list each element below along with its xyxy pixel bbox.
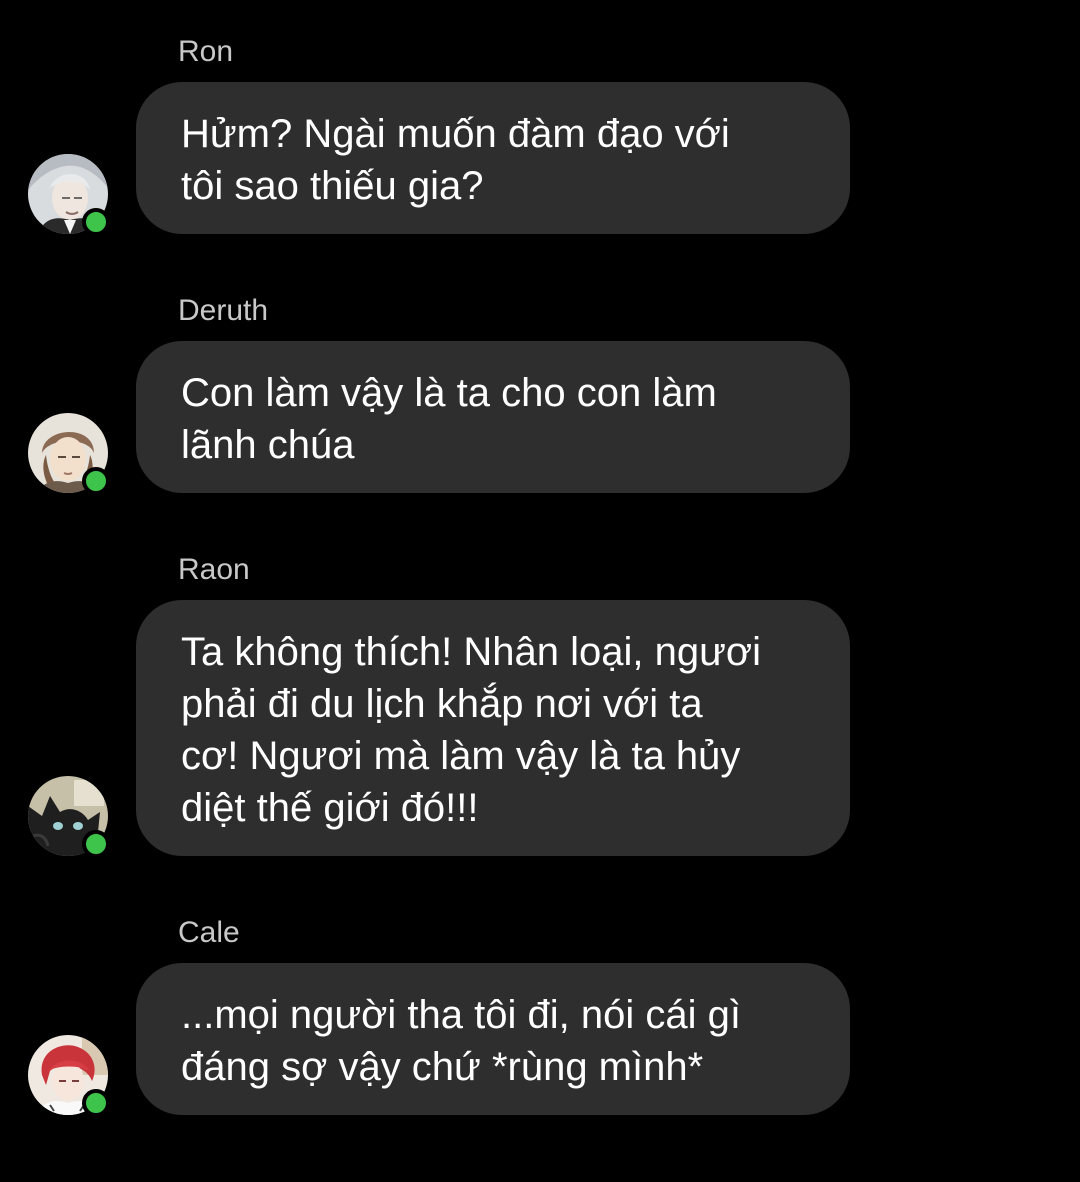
avatar[interactable] <box>28 1035 110 1117</box>
message-text: ...mọi người tha tôi đi, nói cái gì đáng… <box>181 993 741 1089</box>
message-group: Deruth Con làm vậy là ta cho con làm lãn… <box>0 293 1080 495</box>
message-group: Raon Ta không thích! Nhân loại, ngươi ph… <box>0 552 1080 858</box>
message-text: Ta không thích! Nhân loại, ngươi phải đi… <box>181 630 762 830</box>
message-text: Con làm vậy là ta cho con làm lãnh chúa <box>181 371 717 467</box>
online-status-icon <box>82 1089 110 1117</box>
sender-name: Cale <box>178 916 240 949</box>
online-status-icon <box>82 467 110 495</box>
message-bubble[interactable]: Hửm? Ngài muốn đàm đạo với tôi sao thiếu… <box>136 82 850 234</box>
sender-name: Ron <box>178 35 234 68</box>
message-bubble[interactable]: ...mọi người tha tôi đi, nói cái gì đáng… <box>136 963 850 1115</box>
message-group: Cale ...mọi người tha tôi đi, nói cái gì… <box>0 915 1080 1117</box>
message-bubble[interactable]: Ta không thích! Nhân loại, ngươi phải đi… <box>136 600 850 856</box>
message-text: Hửm? Ngài muốn đàm đạo với tôi sao thiếu… <box>181 112 730 208</box>
avatar[interactable] <box>28 413 110 495</box>
online-status-icon <box>82 830 110 858</box>
sender-name: Deruth <box>178 294 269 327</box>
sender-name: Raon <box>178 553 250 586</box>
avatar[interactable] <box>28 154 110 236</box>
message-bubble[interactable]: Con làm vậy là ta cho con làm lãnh chúa <box>136 341 850 493</box>
avatar[interactable] <box>28 776 110 858</box>
online-status-icon <box>82 208 110 236</box>
message-group: Ron Hửm? Ngài muốn đàm đạo với tôi sao t… <box>0 34 1080 236</box>
